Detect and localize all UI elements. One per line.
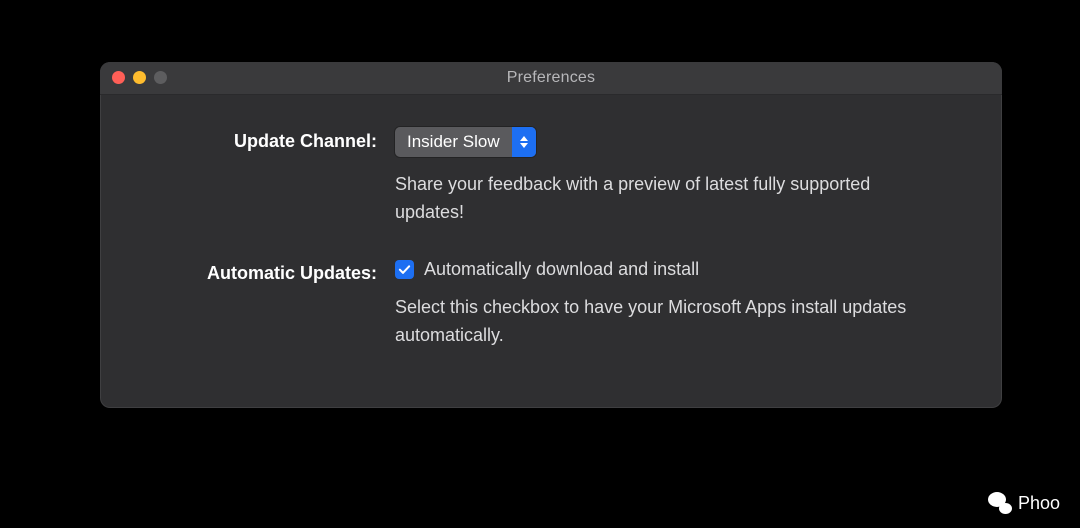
select-stepper-icon [512, 127, 536, 157]
window-title: Preferences [100, 69, 1002, 87]
automatic-updates-control: Automatically download and install Selec… [395, 259, 962, 350]
update-channel-control: Insider Slow Share your feedback with a … [395, 127, 962, 227]
automatic-updates-helper: Select this checkbox to have your Micros… [395, 294, 915, 350]
automatic-updates-label: Automatic Updates: [140, 259, 395, 284]
update-channel-value: Insider Slow [395, 127, 512, 157]
window-controls [112, 71, 167, 84]
maximize-icon[interactable] [154, 71, 167, 84]
minimize-icon[interactable] [133, 71, 146, 84]
automatic-updates-checkbox-label: Automatically download and install [424, 259, 699, 280]
preferences-content: Update Channel: Insider Slow Share your … [100, 95, 1002, 392]
watermark-text: Phoo [1018, 493, 1060, 514]
close-icon[interactable] [112, 71, 125, 84]
preferences-window: Preferences Update Channel: Insider Slow… [100, 62, 1002, 408]
checkmark-icon [398, 263, 411, 276]
update-channel-select[interactable]: Insider Slow [395, 127, 536, 157]
wechat-icon [988, 492, 1012, 514]
automatic-updates-row: Automatic Updates: Automatically downloa… [140, 259, 962, 350]
automatic-updates-checkbox-line: Automatically download and install [395, 259, 962, 280]
update-channel-helper: Share your feedback with a preview of la… [395, 171, 915, 227]
update-channel-row: Update Channel: Insider Slow Share your … [140, 127, 962, 227]
update-channel-label: Update Channel: [140, 127, 395, 152]
watermark: Phoo [988, 492, 1060, 514]
titlebar: Preferences [100, 62, 1002, 95]
automatic-updates-checkbox[interactable] [395, 260, 414, 279]
